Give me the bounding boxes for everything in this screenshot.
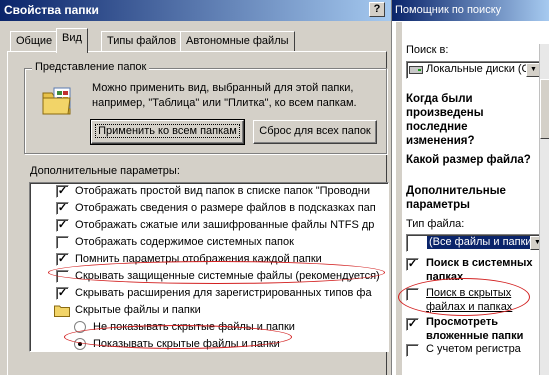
search-system-folders-option[interactable]: Поиск в системных папках: [426, 256, 544, 284]
list-item-label: Скрывать расширения для зарегистрированн…: [75, 287, 372, 299]
checkbox-checked[interactable]: ✓: [56, 219, 69, 232]
checkbox-unchecked[interactable]: [56, 236, 69, 249]
radio-button[interactable]: [74, 321, 86, 333]
tab-file-types[interactable]: Типы файлов: [101, 31, 183, 51]
file-size-section[interactable]: Какой размер файла?: [406, 153, 531, 167]
advanced-options-section[interactable]: Дополнительные параметры: [406, 184, 531, 212]
drive-icon: [409, 66, 423, 74]
help-button[interactable]: ?: [369, 2, 385, 17]
file-type-select[interactable]: (Все файлы и папки ▼: [406, 234, 547, 252]
checkbox-checked[interactable]: ✓: [56, 287, 69, 300]
folder-view-icon: [42, 87, 71, 115]
when-modified-section[interactable]: Когда были произведены последние изменен…: [406, 92, 531, 148]
search-hidden-files-option[interactable]: Поиск в скрытых файлах и папках: [426, 286, 534, 314]
folder-options-dialog: Свойства папки ? Общие Вид Типы файлов А…: [0, 0, 392, 375]
checkbox-unchecked[interactable]: [406, 344, 419, 357]
folder-icon: [54, 305, 70, 317]
search-pane-title: Помощник по поиску: [392, 0, 549, 21]
folder-view-group-title: Представление папок: [32, 61, 150, 74]
checkbox-checked[interactable]: ✓: [56, 253, 69, 266]
search-companion-pane: Помощник по поиску Поиск в: Локальные ди…: [392, 0, 549, 375]
list-item-label: Скрытые файлы и папки: [75, 304, 201, 316]
checkbox-checked[interactable]: ✓: [56, 202, 69, 215]
search-pane-body: Поиск в: Локальные диски (С ▼ Когда были…: [396, 22, 549, 375]
case-sensitive-option[interactable]: С учетом регистра: [426, 343, 521, 355]
tab-general[interactable]: Общие: [10, 31, 59, 51]
list-item-label: Отображать простой вид папок в списке па…: [75, 185, 370, 197]
tab-view[interactable]: Вид: [56, 28, 88, 53]
search-pane-scrollbar[interactable]: [539, 44, 549, 375]
apply-all-folders-label: Применить ко всем папкам: [95, 124, 240, 138]
checkbox-unchecked[interactable]: [406, 288, 419, 301]
search-in-label: Поиск в:: [406, 44, 449, 56]
checkbox-checked[interactable]: ✓: [406, 318, 419, 331]
list-item-label: Помнить параметры отображения каждой пап…: [75, 253, 322, 265]
radio-button-selected[interactable]: [74, 338, 86, 350]
list-item-label: Отображать сведения о размере файлов в п…: [75, 202, 376, 214]
advanced-settings-label: Дополнительные параметры:: [30, 165, 180, 177]
search-subfolders-option[interactable]: Просмотреть вложенные папки: [426, 315, 549, 343]
tab-offline-files[interactable]: Автономные файлы: [180, 31, 295, 51]
advanced-settings-list[interactable]: ✓ Отображать простой вид папок в списке …: [29, 182, 389, 352]
file-type-label: Тип файла:: [406, 218, 465, 230]
list-item-label: Не показывать скрытые файлы и папки: [93, 321, 295, 333]
folder-view-description: Можно применить вид, выбранный для этой …: [92, 82, 357, 109]
search-in-value: Локальные диски (С: [426, 63, 530, 75]
reset-all-folders-button[interactable]: Сброс для всех папок: [253, 120, 377, 144]
list-item-label: Скрывать защищенные системные файлы (рек…: [75, 270, 380, 282]
dialog-title: Свойства папки: [0, 0, 391, 21]
search-in-select[interactable]: Локальные диски (С ▼: [406, 61, 543, 79]
checkbox-checked[interactable]: ✓: [406, 258, 419, 271]
list-item-label: Отображать сжатые или зашифрованные файл…: [75, 219, 375, 231]
scrollbar-thumb[interactable]: [540, 79, 549, 139]
list-item-label: Показывать скрытые файлы и папки: [93, 338, 280, 350]
file-type-value: (Все файлы и папки: [427, 236, 534, 249]
checkbox-checked[interactable]: ✓: [56, 185, 69, 198]
checkbox-unchecked[interactable]: [56, 270, 69, 283]
list-item-label: Отображать содержимое системных папок: [75, 236, 294, 248]
apply-all-folders-button[interactable]: Применить ко всем папкам: [90, 119, 245, 145]
